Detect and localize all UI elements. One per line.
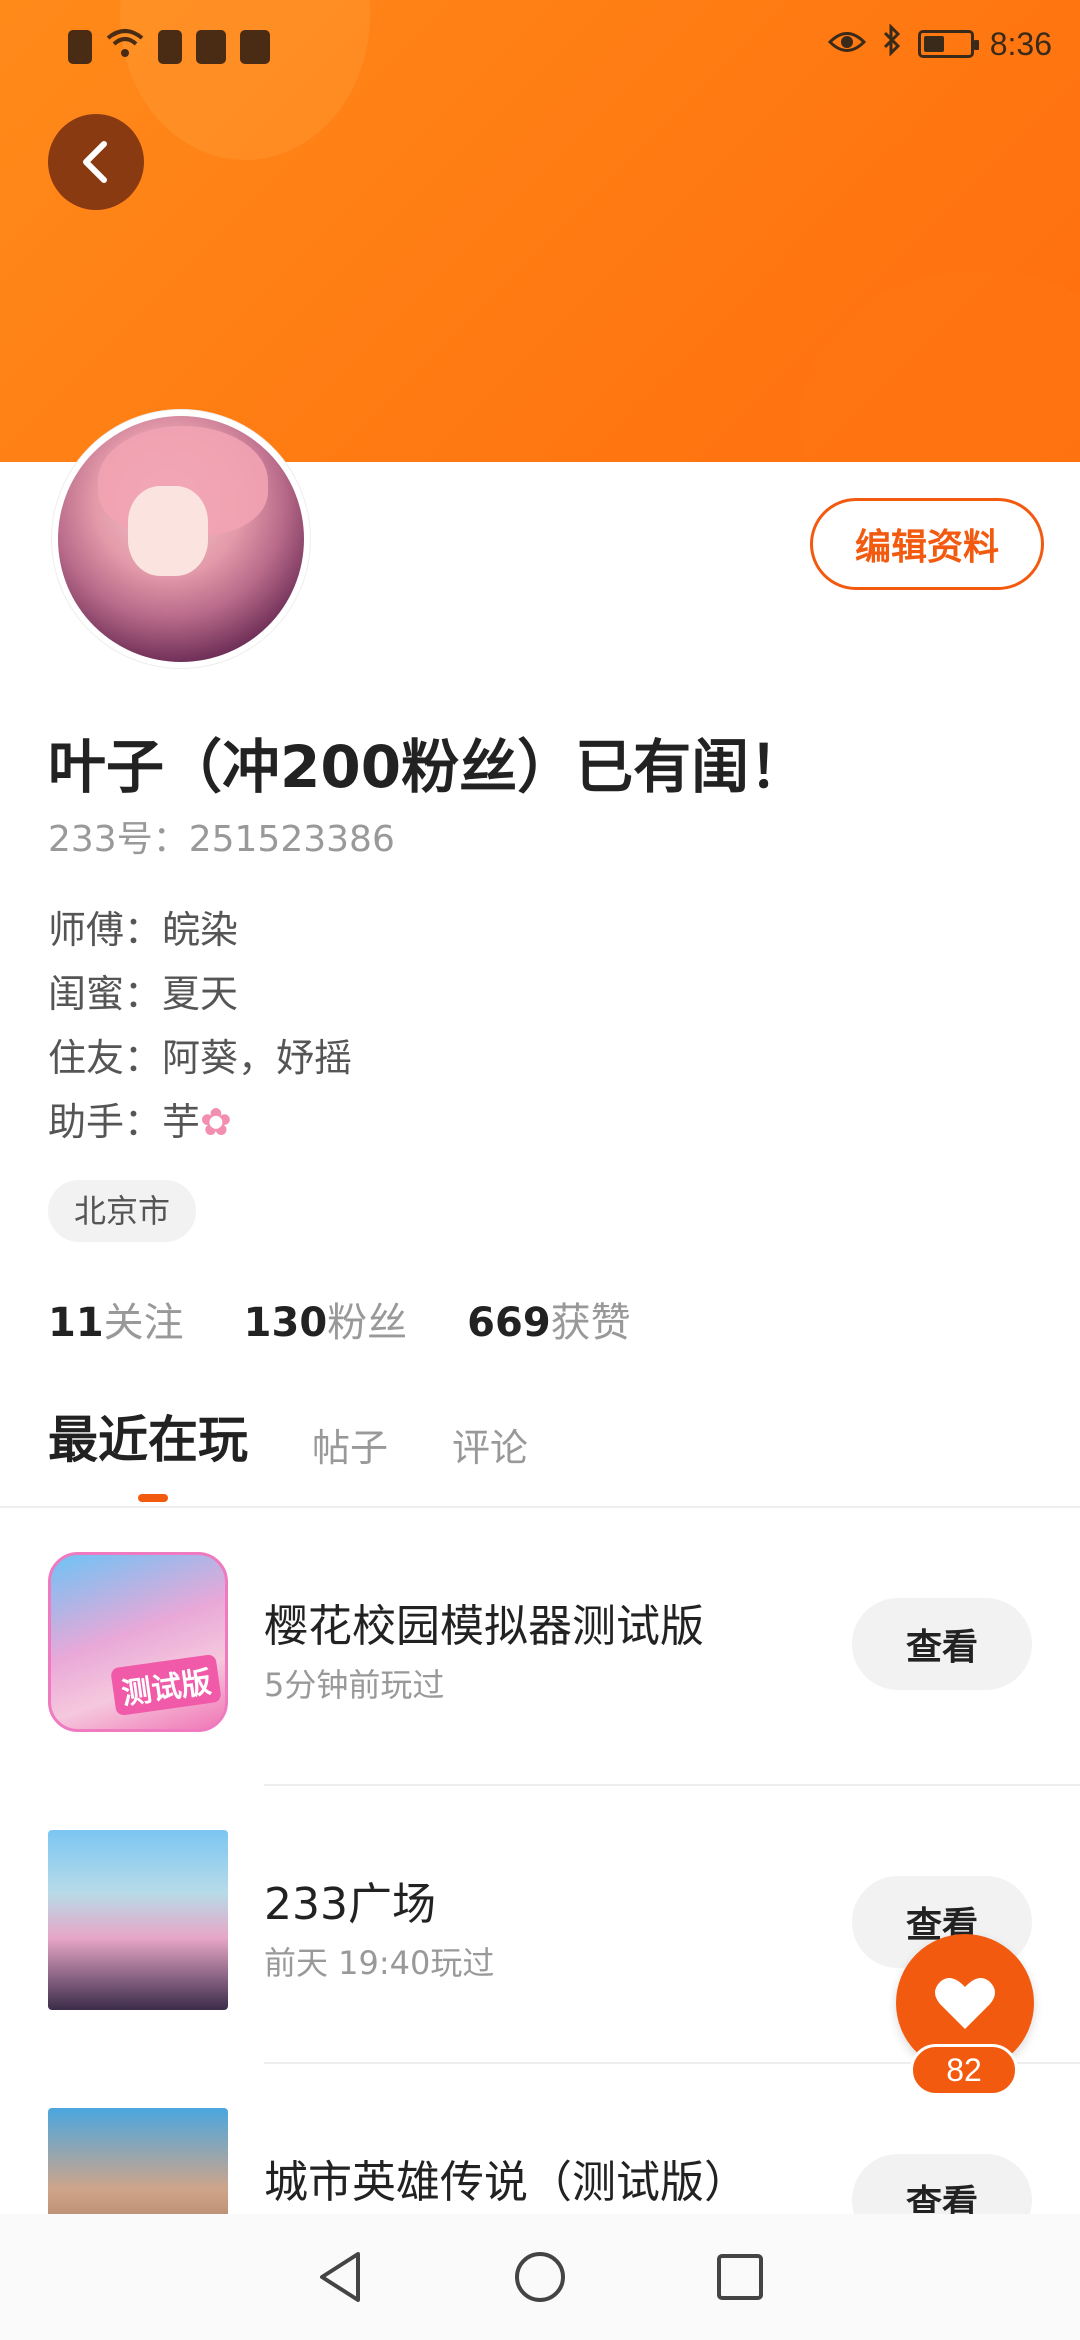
stat-fans[interactable]: 130粉丝 <box>244 1290 408 1348</box>
game-row[interactable]: 测试版 樱花校园模拟器测试版 5分钟前玩过 查看 <box>0 1508 1080 1786</box>
avatar-image <box>58 416 304 662</box>
status-bar: 8:36 <box>0 0 1080 90</box>
relation-value[interactable]: 夏天 <box>162 972 238 1016</box>
profile-tabs: 最近在玩 帖子 评论 <box>48 1400 528 1472</box>
avatar[interactable] <box>52 410 310 668</box>
relation-label: 师傅： <box>48 908 163 952</box>
profile-banner: 8:36 <box>0 0 1080 462</box>
game-title: 233广场 <box>264 1879 436 1930</box>
game-last-played: 前天 19:40玩过 <box>264 1944 495 1982</box>
relation-label: 助手： <box>48 1100 163 1144</box>
stat-label: 关注 <box>103 1300 184 1346</box>
relation-label: 住友： <box>48 1036 163 1080</box>
game-icon: 测试版 <box>48 1552 228 1732</box>
relation-value[interactable]: 阿葵，妤摇 <box>162 1036 352 1080</box>
navigation-bar <box>0 2214 1080 2340</box>
game-title: 城市英雄传说（测试版） <box>264 2157 748 2208</box>
relation-value[interactable]: 芋 <box>162 1100 200 1144</box>
eye-icon <box>827 25 866 63</box>
game-title: 樱花校园模拟器测试版 <box>264 1601 704 1652</box>
relation-assistant: 助手：芋✿ <box>48 1090 352 1154</box>
game-badge: 测试版 <box>110 1653 222 1717</box>
profile-stats: 11关注 130粉丝 669获赞 <box>48 1290 631 1348</box>
tab-posts[interactable]: 帖子 <box>312 1417 388 1472</box>
back-button[interactable] <box>48 114 144 210</box>
nav-back-button[interactable] <box>310 2247 370 2307</box>
battery-icon <box>917 30 979 58</box>
heart-icon <box>935 1978 995 2029</box>
relation-value[interactable]: 皖染 <box>162 908 238 952</box>
location-tag: 北京市 <box>48 1180 197 1242</box>
edit-profile-button[interactable]: 编辑资料 <box>810 498 1044 590</box>
stat-label: 获赞 <box>550 1300 631 1346</box>
relation-master: 师傅：皖染 <box>48 898 352 962</box>
bluetooth-icon <box>882 23 902 64</box>
status-time: 8:36 <box>989 25 1052 62</box>
square-recents-icon <box>717 2254 763 2300</box>
stat-likes[interactable]: 669获赞 <box>467 1290 631 1348</box>
sakura-icon: ✿ <box>200 1100 232 1144</box>
tab-indicator <box>138 1494 168 1502</box>
sim-alert-icon <box>68 30 92 64</box>
tab-recent-played[interactable]: 最近在玩 <box>48 1400 248 1472</box>
nav-recents-button[interactable] <box>710 2247 770 2307</box>
relation-bestie: 闺蜜：夏天 <box>48 962 352 1026</box>
play-store-icon <box>240 30 270 64</box>
profile-name: 叶子（冲200粉丝）已有闺！ <box>48 733 808 801</box>
chevron-left-icon <box>83 141 107 183</box>
like-count: 82 <box>910 2044 1018 2096</box>
download-icon <box>196 30 226 64</box>
triangle-back-icon <box>320 2252 360 2302</box>
stat-following[interactable]: 11关注 <box>48 1290 184 1348</box>
circle-home-icon <box>515 2252 565 2302</box>
nav-home-button[interactable] <box>510 2247 570 2307</box>
alert-icon <box>158 30 182 64</box>
game-icon <box>48 1830 228 2010</box>
relation-label: 闺蜜： <box>48 972 163 1016</box>
view-button[interactable]: 查看 <box>852 1598 1032 1690</box>
stat-number: 11 <box>48 1300 104 1346</box>
tab-comments[interactable]: 评论 <box>452 1417 528 1472</box>
relations-list: 师傅：皖染 闺蜜：夏天 住友：阿葵，妤摇 助手：芋✿ <box>48 898 352 1154</box>
relation-roommate: 住友：阿葵，妤摇 <box>48 1026 352 1090</box>
wifi-icon <box>106 26 144 68</box>
banner-decoration <box>800 270 1080 462</box>
stat-number: 669 <box>467 1300 551 1346</box>
game-last-played: 5分钟前玩过 <box>264 1666 445 1704</box>
stat-number: 130 <box>243 1300 328 1346</box>
profile-uid: 233号：251523386 <box>48 819 395 860</box>
stat-label: 粉丝 <box>327 1300 408 1346</box>
